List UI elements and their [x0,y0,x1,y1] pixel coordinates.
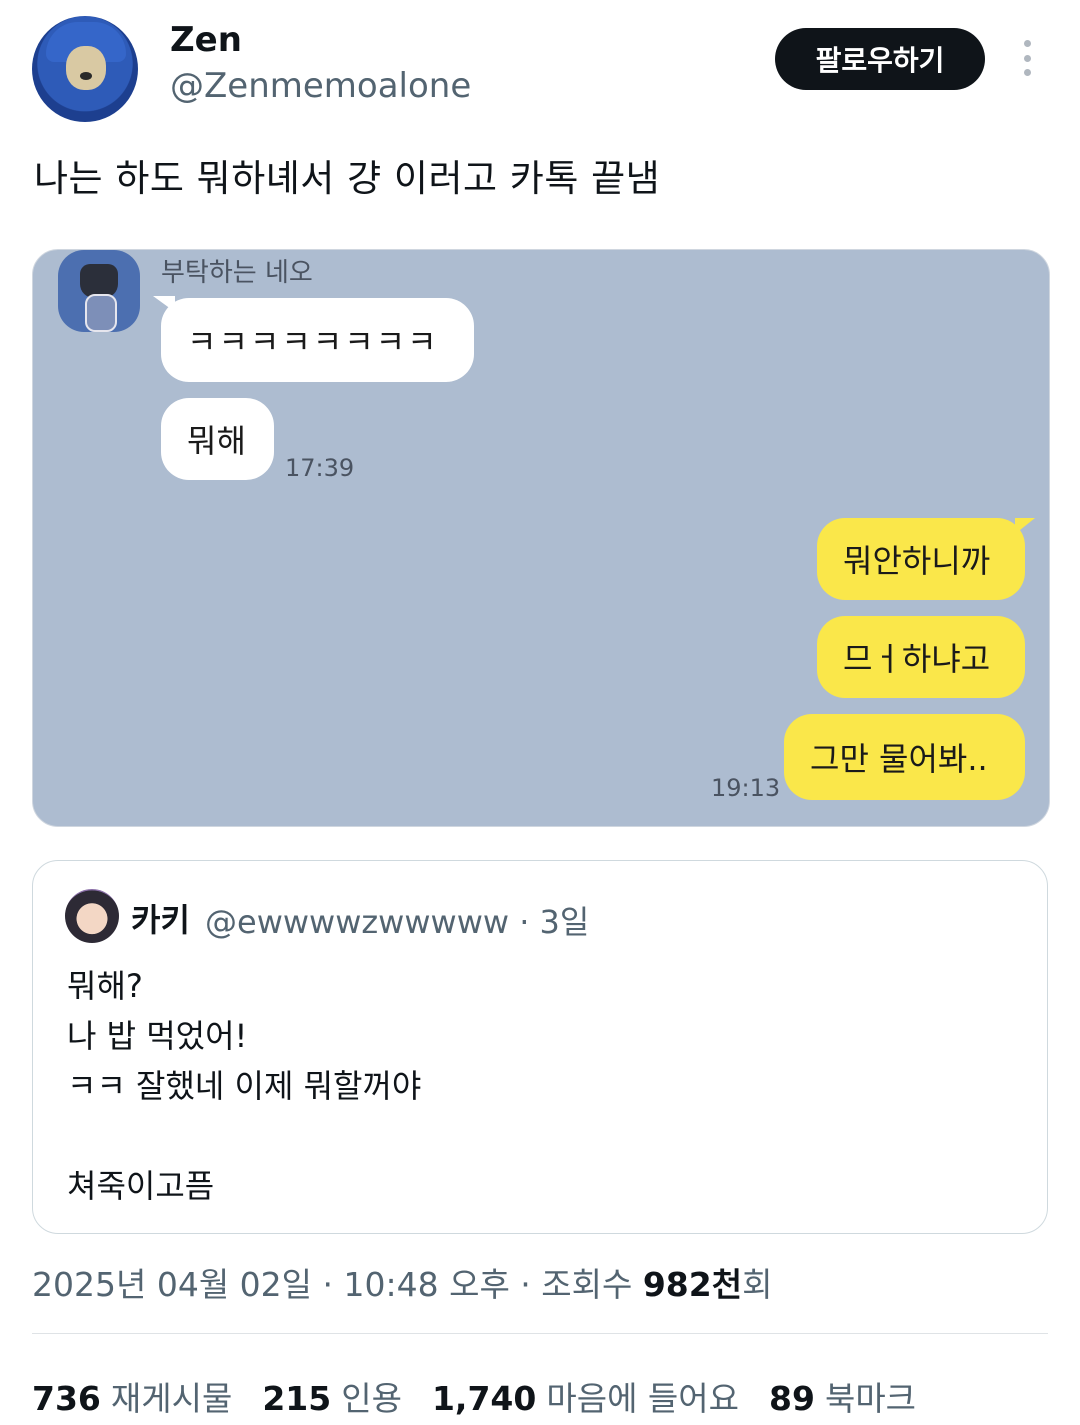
outgoing-message: 므ㅓ하냐고 [817,616,1025,698]
quoted-tweet[interactable]: 카키 @ewwwwzwwwww · 3일 뭐해? 나 밥 먹었어! ㅋㅋ 잘했네… [32,860,1048,1234]
author-name[interactable]: Zen [170,20,242,60]
view-count: 982천 [642,1265,743,1304]
view-count-suffix: 회 [742,1265,773,1304]
quoted-author-handle-time: @ewwwwzwwwww · 3일 [205,903,590,941]
engagement-stats: 736 재게시물 215 인용 1,740 마음에 들어요 89 북마크 [32,1372,916,1420]
stat-count: 89 [769,1379,815,1418]
outgoing-message: 뭐안하니까 [817,518,1025,600]
follow-button[interactable]: 팔로우하기 [775,28,985,90]
stat-label: 재게시물 [110,1379,233,1418]
quoted-text-line: 뭐해? [67,967,143,1005]
stat-reposts[interactable]: 736 재게시물 [32,1372,232,1420]
chat-sender-name: 부탁하는 네오 [161,258,313,288]
outgoing-message: 그만 물어봐.. [784,714,1025,800]
stat-label: 인용 [341,1379,402,1418]
quoted-text-line: 쳐죽이고픔 [67,1167,215,1205]
stat-quotes[interactable]: 215 인용 [262,1372,402,1420]
stat-bookmarks[interactable]: 89 북마크 [769,1372,916,1420]
message-timestamp: 19:13 [711,774,781,802]
stat-count: 1,740 [431,1379,537,1418]
stat-label: 북마크 [824,1379,917,1418]
stat-count: 736 [32,1379,101,1418]
tweet-text: 나는 하도 뭐하녜서 걍 이러고 카톡 끝냄 [34,157,661,200]
quoted-author-name: 카키 [131,901,190,939]
stat-count: 215 [262,1379,332,1418]
post-datetime[interactable]: 2025년 04월 02일 · 10:48 오후 · 조회수 [32,1265,643,1304]
tweet-metadata: 2025년 04월 02일 · 10:48 오후 · 조회수 982천회 [32,1258,772,1306]
divider [32,1333,1048,1334]
author-handle[interactable]: @Zenmemoalone [170,66,471,106]
author-avatar[interactable] [32,16,138,122]
stat-likes[interactable]: 1,740 마음에 들어요 [432,1372,739,1420]
chat-sender-avatar [58,250,140,332]
incoming-message: ㅋㅋㅋㅋㅋㅋㅋㅋ [161,298,474,382]
stat-label: 마음에 들어요 [546,1379,740,1418]
quoted-text-line: ㅋㅋ 잘했네 이제 뭐할꺼야 [67,1067,422,1105]
more-options-icon[interactable] [1018,40,1036,76]
message-timestamp: 17:39 [285,454,355,482]
quoted-author-avatar [65,889,119,943]
incoming-message: 뭐해 [161,398,274,480]
chat-screenshot-image[interactable]: 부탁하는 네오 ㅋㅋㅋㅋㅋㅋㅋㅋ 뭐해 17:39 뭐안하니까 므ㅓ하냐고 그만… [32,249,1050,827]
quoted-text-line: 나 밥 먹었어! [67,1017,248,1055]
